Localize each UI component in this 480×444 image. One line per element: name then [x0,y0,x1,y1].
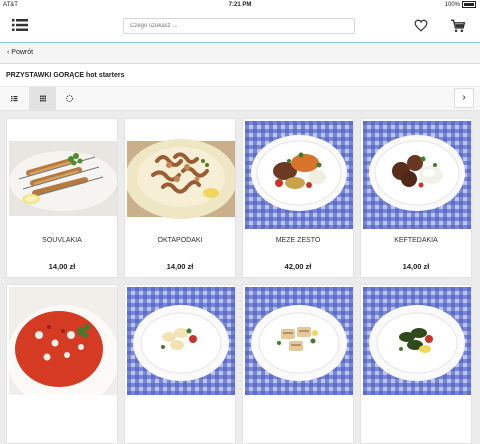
product-card[interactable] [360,284,472,444]
grid-view-button[interactable] [29,87,56,110]
product-image [363,121,471,229]
battery-label: 100% [444,2,460,8]
product-name: SOUVLAKIA [42,237,82,244]
product-price: 14,00 zł [402,262,430,271]
view-toolbar: › [0,86,480,111]
back-button[interactable]: ‹ Powrót [7,43,33,63]
product-card[interactable]: OKTAPODAKI 14,00 zł [124,118,236,278]
category-header: PRZYSTAWKI GORĄCE hot starters [0,64,480,86]
list-view-icon [11,96,18,102]
battery-indicator: 100% [445,0,476,10]
menu-icon[interactable] [12,18,30,34]
product-name: MEZE ZESTO [275,237,321,244]
top-bar [0,10,480,43]
product-image [363,287,471,395]
product-card[interactable] [124,284,236,444]
cart-icon[interactable] [450,19,466,33]
product-image [245,121,353,229]
back-bar: ‹ Powrót [0,43,480,64]
product-card[interactable]: MEZE ZESTO 42,00 zł [242,118,354,278]
product-name: KEFTEDAKIA [394,237,438,244]
clock-label: 7:21 PM [228,2,252,8]
product-image [127,121,235,229]
product-price: 42,00 zł [284,262,312,271]
grid-view-icon [40,95,46,102]
product-image [245,287,353,395]
list-view-button[interactable] [0,87,27,110]
search-input[interactable] [123,18,355,34]
product-image [9,121,117,229]
product-card[interactable]: SOUVLAKIA 14,00 zł [6,118,118,278]
page-title: PRZYSTAWKI GORĄCE hot starters [6,72,125,79]
product-card[interactable] [242,284,354,444]
product-image [9,287,117,395]
product-grid: SOUVLAKIA 14,00 zł OKTAPODAKI 14,00 zł M… [0,110,480,444]
product-card[interactable]: KEFTEDAKIA 14,00 zł [360,118,472,278]
status-bar: AT&T 7:21 PM 100% [0,0,480,10]
product-image [127,287,235,395]
battery-icon [462,0,476,8]
product-card[interactable] [6,284,118,444]
back-label: Powrót [11,49,34,56]
chevron-right-icon: › [462,92,466,103]
product-price: 14,00 zł [48,262,76,271]
product-name: OKTAPODAKI [157,237,203,244]
refresh-button[interactable] [56,87,83,110]
product-price: 14,00 zł [166,262,194,271]
loading-icon [66,95,73,102]
next-button[interactable]: › [454,88,474,108]
heart-icon[interactable] [414,19,428,33]
